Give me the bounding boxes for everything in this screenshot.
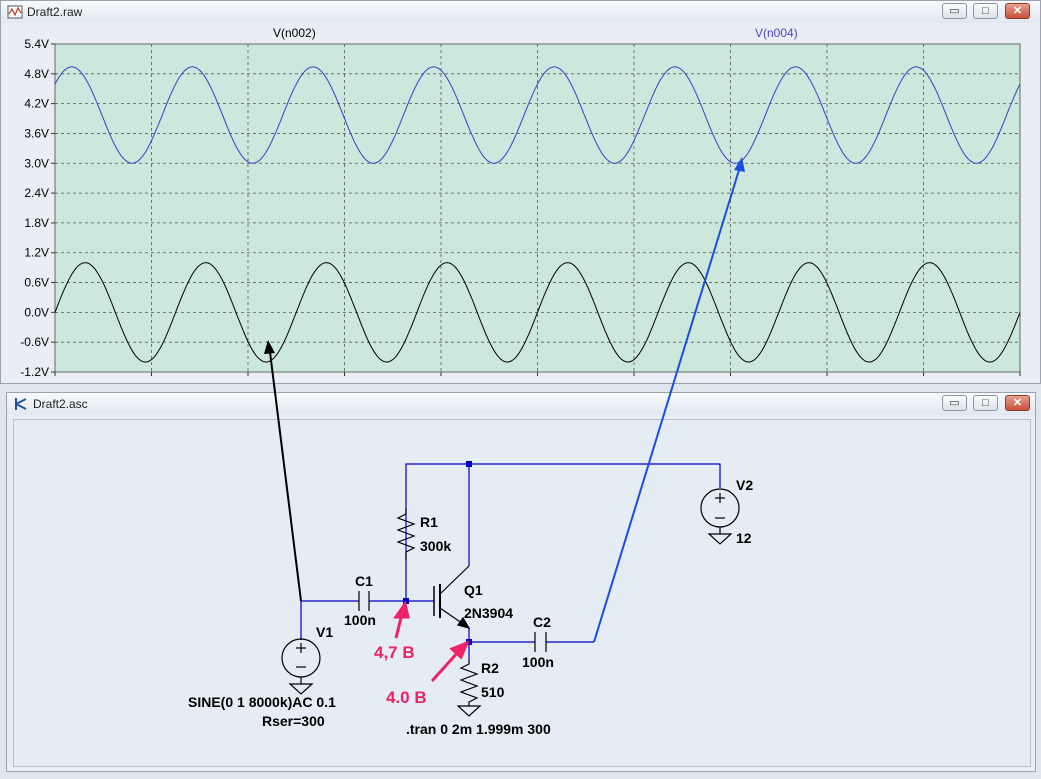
waveform-window: Draft2.raw ▭ □ ✕ 5.4V 4.8V 4.2V 3.6V 3.0V 2.4… bbox=[0, 0, 1041, 384]
x-tick-label: 0.4µs bbox=[426, 381, 456, 383]
x-tick-label: 0.5µs bbox=[523, 381, 553, 383]
x-tick-label: 0.0µs bbox=[55, 381, 85, 383]
x-tick-label: 0.7µs bbox=[716, 381, 746, 383]
y-tick-label: -0.6V bbox=[20, 335, 49, 349]
y-tick-label: 0.6V bbox=[24, 276, 49, 290]
close-button[interactable]: ✕ bbox=[1005, 395, 1030, 411]
y-tick-label: -1.2V bbox=[20, 365, 49, 379]
trace-label-vn002[interactable]: V(n002) bbox=[273, 26, 316, 40]
y-tick-label: 5.4V bbox=[24, 37, 49, 51]
x-tick-label: 0.9µs bbox=[909, 381, 939, 383]
y-tick-label: 0.0V bbox=[24, 305, 49, 319]
maximize-button[interactable]: □ bbox=[973, 395, 998, 411]
schematic-titlebar[interactable]: Draft2.asc ▭ □ ✕ bbox=[7, 393, 1035, 415]
schematic-app-icon bbox=[15, 398, 27, 410]
y-tick-label: 3.6V bbox=[24, 126, 49, 140]
waveform-plot[interactable]: 5.4V 4.8V 4.2V 3.6V 3.0V 2.4V 1.8V 1.2V 0.6V 0.0V… bbox=[1, 23, 1040, 383]
y-tick-label: 1.2V bbox=[24, 246, 49, 260]
x-tick-label: 0.6µs bbox=[619, 381, 649, 383]
minimize-button[interactable]: ▭ bbox=[942, 395, 967, 411]
y-tick-label: 4.2V bbox=[24, 97, 49, 111]
schematic-window-title: Draft2.asc bbox=[33, 397, 88, 411]
x-tick-label: 0.2µs bbox=[233, 381, 263, 383]
x-tick-label: 0.8µs bbox=[812, 381, 842, 383]
y-tick-label: 3.0V bbox=[24, 156, 49, 170]
x-tick-label: 0.1µs bbox=[137, 381, 167, 383]
y-tick-label: 1.8V bbox=[24, 216, 49, 230]
x-tick-label: 0.3µs bbox=[330, 381, 360, 383]
y-tick-label: 2.4V bbox=[24, 186, 49, 200]
x-tick-label: 1.0µs bbox=[990, 381, 1020, 383]
y-tick-label: 4.8V bbox=[24, 67, 49, 81]
maximize-button[interactable]: □ bbox=[973, 3, 998, 19]
waveform-titlebar[interactable]: Draft2.raw ▭ □ ✕ bbox=[1, 1, 1040, 23]
waveform-app-icon bbox=[7, 5, 23, 19]
schematic-canvas[interactable] bbox=[13, 419, 1031, 767]
close-button[interactable]: ✕ bbox=[1005, 3, 1030, 19]
minimize-button[interactable]: ▭ bbox=[942, 3, 967, 19]
trace-label-vn004[interactable]: V(n004) bbox=[755, 26, 798, 40]
schematic-window: Draft2.asc ▭ □ ✕ bbox=[6, 392, 1036, 772]
waveform-window-title: Draft2.raw bbox=[27, 5, 83, 19]
